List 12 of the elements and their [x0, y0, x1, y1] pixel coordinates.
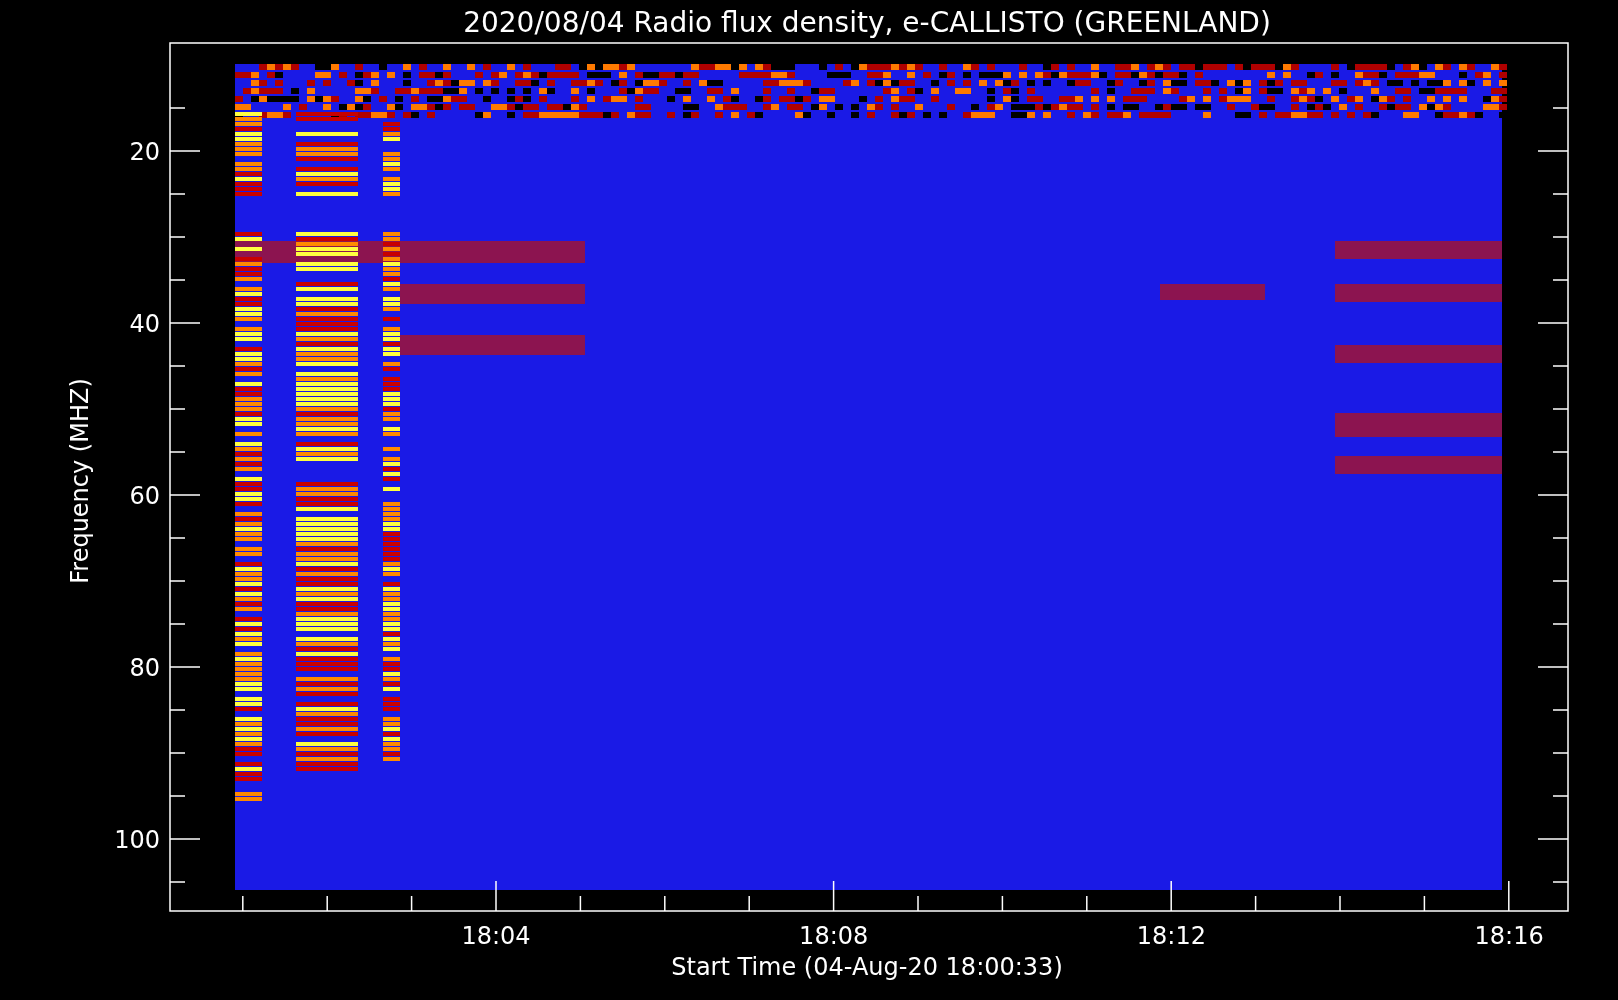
x-tick-label: 18:12: [1136, 922, 1206, 950]
y-axis-label: Frequency (MHZ): [66, 378, 94, 584]
y-tick-label: 40: [129, 310, 160, 338]
y-tick-label: 20: [129, 138, 160, 166]
y-tick-label: 100: [114, 826, 160, 854]
x-axis-label: Start Time (04-Aug-20 18:00:33): [671, 953, 1063, 981]
y-tick-label: 60: [129, 482, 160, 510]
x-tick-label: 18:16: [1474, 922, 1544, 950]
y-tick-label: 80: [129, 654, 160, 682]
x-tick-label: 18:08: [799, 922, 869, 950]
chart-title: 2020/08/04 Radio flux density, e-CALLISTO (GREENLAND): [463, 6, 1271, 39]
x-tick-label: 18:04: [461, 922, 531, 950]
